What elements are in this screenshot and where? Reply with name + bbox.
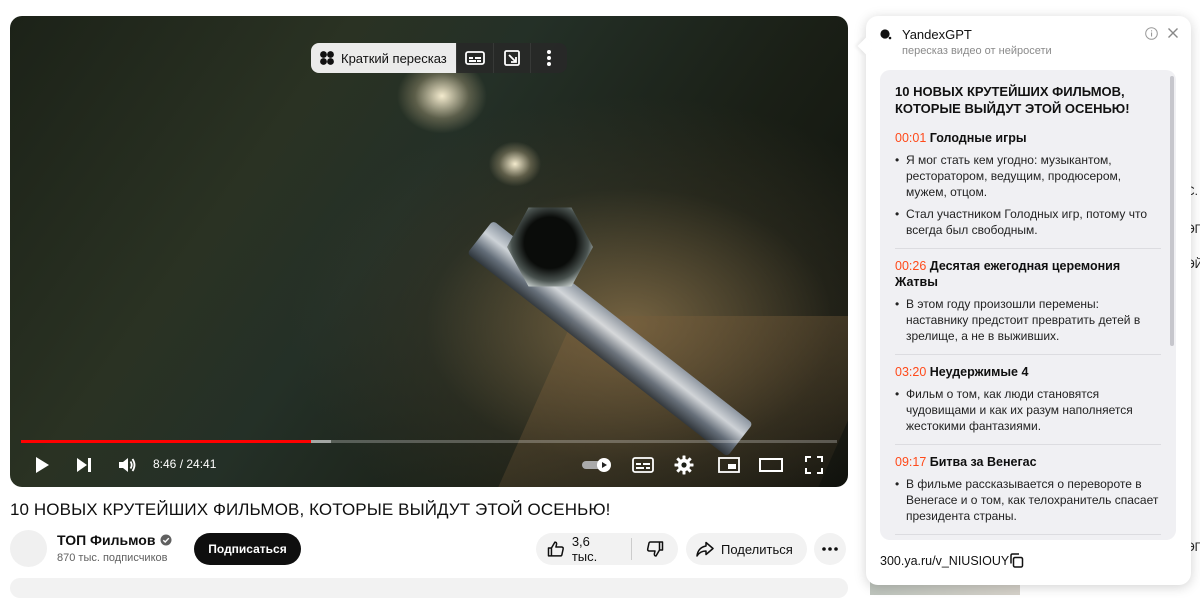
chapter-bullet: Фильм о том, как люди становятся чудовищ… bbox=[895, 386, 1161, 434]
time-display: 8:46 / 24:41 bbox=[153, 457, 217, 471]
next-button[interactable] bbox=[72, 448, 96, 482]
chapter-title: Неудержимые 4 bbox=[929, 365, 1029, 379]
clover-icon bbox=[320, 51, 334, 65]
description-box[interactable] bbox=[10, 578, 848, 598]
chapter-title: Битва за Венегас bbox=[929, 455, 1037, 469]
thumbs-down-icon bbox=[647, 541, 664, 557]
chapter-timestamp[interactable]: 00:26 bbox=[895, 259, 926, 273]
share-icon bbox=[696, 541, 714, 557]
miniplayer-button[interactable] bbox=[716, 448, 742, 482]
yandexgpt-logo-icon bbox=[880, 29, 892, 40]
chapter-separator bbox=[895, 444, 1161, 445]
panel-subtitle: пересказ видео от нейросети bbox=[902, 45, 1052, 57]
like-button[interactable]: 3,6 тыс. bbox=[536, 533, 618, 565]
chapter-title: Десятая ежегодная церемония Жатвы bbox=[895, 259, 1121, 289]
more-vert-icon bbox=[546, 50, 551, 66]
chapter-timestamp[interactable]: 03:20 bbox=[895, 365, 926, 379]
play-icon bbox=[36, 457, 49, 473]
chapter-timestamp[interactable]: 00:01 bbox=[895, 131, 926, 145]
more-actions-button[interactable] bbox=[814, 533, 846, 565]
more-options-button[interactable] bbox=[529, 43, 567, 73]
chapter-bullet: Я мог стать кем угодно: музыкантом, рест… bbox=[895, 152, 1161, 200]
verified-icon bbox=[160, 534, 172, 546]
chapter-separator bbox=[895, 354, 1161, 355]
progress-bar[interactable] bbox=[21, 440, 837, 443]
summary-scrollbar[interactable] bbox=[1170, 76, 1174, 346]
panel-app-name: YandexGPT bbox=[902, 27, 972, 42]
channel-avatar[interactable] bbox=[10, 530, 47, 567]
volume-button[interactable] bbox=[114, 448, 140, 482]
settings-button[interactable] bbox=[672, 448, 696, 482]
more-horiz-icon bbox=[822, 547, 838, 551]
channel-name-link[interactable]: ТОП Фильмов bbox=[57, 532, 172, 548]
summary-title: 10 НОВЫХ КРУТЕЙШИХ ФИЛЬМОВ, КОТОРЫЕ ВЫЙД… bbox=[895, 84, 1130, 116]
copy-icon[interactable] bbox=[1009, 553, 1024, 568]
fullscreen-button[interactable] bbox=[802, 448, 826, 482]
brief-summary-button[interactable]: Краткий пересказ bbox=[311, 43, 456, 73]
video-player[interactable]: Краткий пересказ 8:46 / 24:41 bbox=[10, 16, 848, 487]
summary-content[interactable]: 10 НОВЫХ КРУТЕЙШИХ ФИЛЬМОВ, КОТОРЫЕ ВЫЙД… bbox=[880, 70, 1176, 540]
video-title: 10 НОВЫХ КРУТЕЙШИХ ФИЛЬМОВ, КОТОРЫЕ ВЫЙД… bbox=[10, 500, 611, 519]
info-icon[interactable] bbox=[1145, 27, 1158, 40]
chapter-heading: 09:17 Битва за Венегас bbox=[895, 454, 1161, 470]
brief-summary-label: Краткий пересказ bbox=[341, 50, 447, 66]
open-panel-button[interactable] bbox=[492, 43, 530, 73]
yandexgpt-panel: YandexGPT пересказ видео от нейросети 10… bbox=[857, 16, 1191, 585]
player-controls: 8:46 / 24:41 bbox=[10, 448, 848, 482]
autoplay-toggle[interactable] bbox=[580, 448, 614, 482]
miniplayer-icon bbox=[718, 457, 740, 473]
summary-content-inner: 10 НОВЫХ КРУТЕЙШИХ ФИЛЬМОВ, КОТОРЫЕ ВЫЙД… bbox=[895, 83, 1161, 540]
chapter-bullet: Стал участником Голодных игр, потому что… bbox=[895, 206, 1161, 238]
play-button[interactable] bbox=[30, 448, 54, 482]
chapter: 03:20 Неудержимые 4 Фильм о том, как люди… bbox=[895, 364, 1161, 434]
chapter-heading: 00:26 Десятая ежегодная церемония Жатвы bbox=[895, 258, 1161, 290]
chapter-timestamp[interactable]: 09:17 bbox=[895, 455, 926, 469]
chapter-title: Голодные игры bbox=[929, 131, 1027, 145]
chapter-separator bbox=[895, 248, 1161, 249]
progress-played bbox=[21, 440, 311, 443]
subtitles-toggle-button[interactable] bbox=[455, 43, 493, 73]
chapter-heading: 03:20 Неудержимые 4 bbox=[895, 364, 1161, 380]
thumbs-up-icon bbox=[547, 541, 564, 557]
share-button[interactable]: Поделиться bbox=[686, 533, 807, 565]
theater-icon bbox=[759, 458, 783, 472]
chapter-heading: 00:01 Голодные игры bbox=[895, 130, 1161, 146]
like-dislike-group: 3,6 тыс. bbox=[536, 533, 678, 565]
subtitles-icon bbox=[464, 51, 485, 65]
chapter: 00:26 Десятая ежегодная церемония Жатвы В… bbox=[895, 258, 1161, 344]
share-link[interactable]: 300.ya.ru/v_NIUSIOUY bbox=[880, 554, 1009, 568]
subscriber-count: 870 тыс. подписчиков bbox=[57, 552, 168, 564]
chapter-bullet: В этом году произошли перемены: наставни… bbox=[895, 296, 1161, 344]
channel-name: ТОП Фильмов bbox=[57, 532, 156, 548]
chapter: 00:01 Голодные игры Я мог стать кем угодн… bbox=[895, 130, 1161, 238]
subscribe-button[interactable]: Подписаться bbox=[194, 533, 301, 565]
captions-button[interactable] bbox=[630, 448, 656, 482]
chapter-bullet: В фильме рассказывается о перевороте в В… bbox=[895, 476, 1161, 524]
chapter-separator bbox=[895, 534, 1161, 535]
summary-toolbar: Краткий пересказ bbox=[311, 43, 567, 73]
like-count: 3,6 тыс. bbox=[571, 534, 598, 564]
volume-icon bbox=[119, 458, 136, 472]
next-icon bbox=[77, 458, 91, 472]
close-icon[interactable] bbox=[1167, 27, 1179, 39]
dislike-button[interactable] bbox=[632, 533, 678, 565]
fullscreen-icon bbox=[805, 456, 823, 474]
share-label: Поделиться bbox=[721, 541, 793, 557]
gear-icon bbox=[674, 455, 694, 475]
open-in-new-icon bbox=[503, 50, 520, 66]
panel-pointer bbox=[857, 37, 875, 55]
chapter: 09:17 Битва за Венегас В фильме рассказыв… bbox=[895, 454, 1161, 524]
subtitles-icon bbox=[632, 457, 654, 473]
theater-mode-button[interactable] bbox=[758, 448, 784, 482]
autoplay-toggle-icon bbox=[582, 458, 611, 472]
